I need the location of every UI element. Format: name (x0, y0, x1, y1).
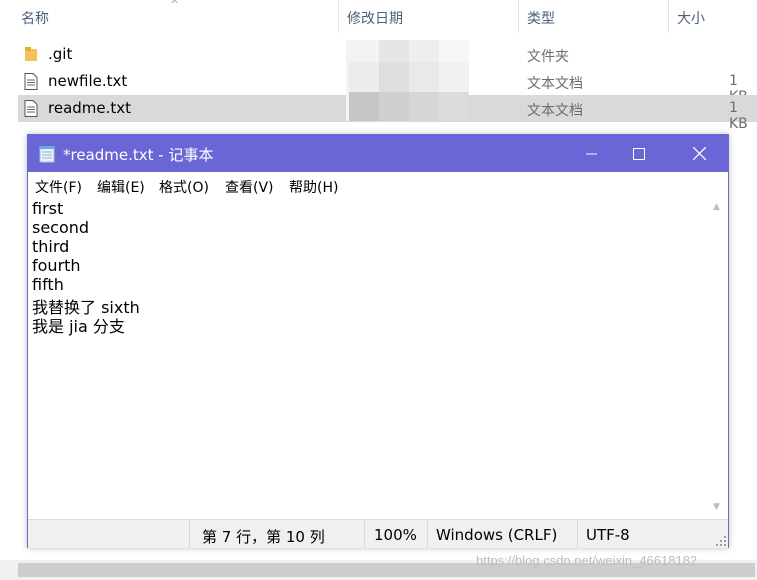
maximize-icon (633, 147, 645, 160)
column-divider[interactable] (338, 0, 339, 33)
file-size: 1 KB (729, 100, 748, 132)
close-button[interactable] (676, 135, 722, 172)
column-size-header[interactable]: 大小 (677, 8, 705, 28)
cursor-position: 第 7 行，第 10 列 (202, 528, 325, 546)
menu-help[interactable]: 帮助(H) (289, 177, 338, 197)
column-name-header[interactable]: 名称 (21, 8, 49, 28)
text-line: second (32, 218, 90, 237)
status-divider (427, 520, 428, 548)
column-header: ^ 名称 修改日期 类型 大小 (0, 0, 757, 33)
column-modified-header[interactable]: 修改日期 (347, 8, 403, 28)
file-name: newfile.txt (48, 72, 128, 90)
menu-format[interactable]: 格式(O) (159, 177, 209, 197)
watermark: https://blog.csdn.net/weixin_46618182 (476, 553, 698, 568)
text-file-icon (24, 100, 38, 117)
minimize-icon (585, 153, 597, 155)
file-name: readme.txt (48, 99, 132, 117)
text-line: third (32, 237, 70, 256)
menu-bar: 文件(F) 编辑(E) 格式(O) 查看(V) 帮助(H) (28, 172, 728, 197)
column-type-header[interactable]: 类型 (527, 8, 555, 28)
minimize-button[interactable] (568, 135, 614, 172)
file-type: 文件夹 (527, 49, 569, 65)
file-type: 文本文档 (527, 76, 583, 92)
column-divider[interactable] (518, 0, 519, 33)
text-line: fourth (32, 256, 81, 275)
status-divider (364, 520, 365, 548)
window-title: *readme.txt - 记事本 (63, 146, 214, 164)
text-line: first (32, 199, 64, 218)
menu-edit[interactable]: 编辑(E) (97, 177, 145, 197)
close-icon (692, 147, 706, 160)
text-line: 我是 jia 分支 (32, 317, 125, 336)
scroll-up-icon[interactable]: ▲ (713, 202, 720, 212)
status-bar: 第 7 行，第 10 列 100% Windows (CRLF) UTF-8 (28, 519, 728, 548)
encoding: UTF-8 (586, 526, 630, 544)
status-divider (577, 520, 578, 548)
zoom-level: 100% (374, 526, 417, 544)
title-bar[interactable]: *readme.txt - 记事本 (28, 135, 728, 172)
menu-view[interactable]: 查看(V) (225, 177, 274, 197)
folder-icon (25, 47, 37, 61)
scroll-down-icon[interactable]: ▼ (713, 502, 720, 512)
status-divider (189, 520, 190, 548)
notepad-icon (39, 146, 55, 163)
text-file-icon (24, 73, 38, 90)
file-name: .git (48, 45, 73, 63)
vertical-scrollbar[interactable]: ▲ ▼ (710, 197, 727, 518)
text-editor[interactable]: first second third fourth fifth 我替换了 six… (28, 197, 708, 518)
resize-grip-icon[interactable] (716, 536, 726, 546)
text-line: fifth (32, 275, 64, 294)
line-ending: Windows (CRLF) (436, 526, 558, 544)
menu-file[interactable]: 文件(F) (35, 177, 82, 197)
notepad-window[interactable]: *readme.txt - 记事本 文件(F) 编辑(E) 格式(O) 查看(V… (27, 134, 729, 548)
sort-ascending-icon: ^ (170, 0, 180, 11)
column-divider[interactable] (668, 0, 669, 33)
file-type: 文本文档 (527, 103, 583, 119)
maximize-button[interactable] (616, 135, 662, 172)
